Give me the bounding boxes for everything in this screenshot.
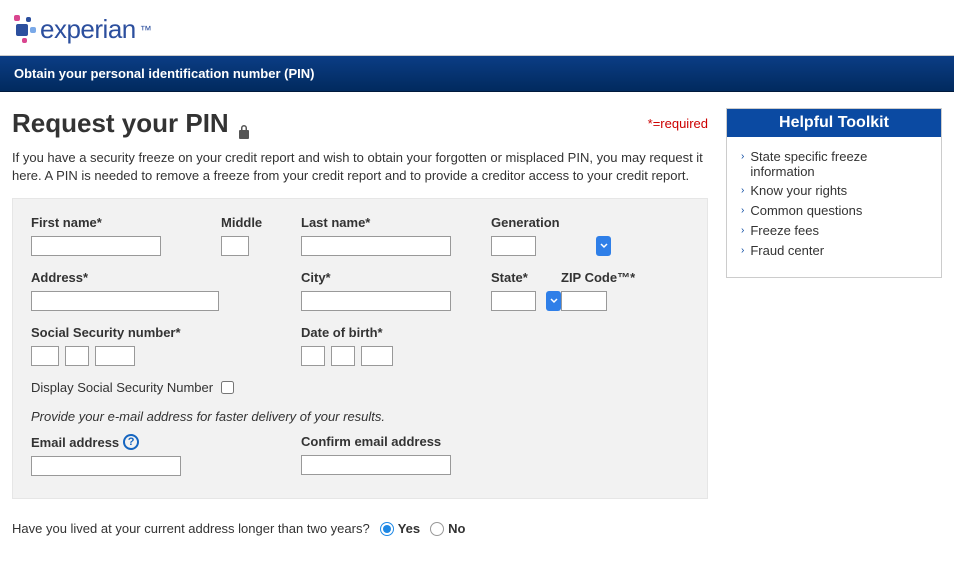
address-label: Address* — [31, 270, 301, 285]
chevron-down-icon — [596, 236, 611, 256]
generation-select[interactable] — [491, 236, 536, 256]
brand-logo-mark — [12, 15, 36, 45]
chevron-right-icon: › — [741, 149, 744, 165]
zip-input[interactable] — [561, 291, 607, 311]
dob-part1-input[interactable] — [301, 346, 325, 366]
email-input[interactable] — [31, 456, 181, 476]
email-hint: Provide your e-mail address for faster d… — [31, 409, 689, 424]
last-name-label: Last name* — [301, 215, 491, 230]
first-name-label: First name* — [31, 215, 221, 230]
sidebar-item[interactable]: ›Know your rights — [741, 181, 931, 201]
dob-label: Date of birth* — [301, 325, 491, 340]
sidebar-title: Helpful Toolkit — [727, 109, 941, 137]
display-ssn-checkbox[interactable] — [221, 381, 234, 394]
ssn-part1-input[interactable] — [31, 346, 59, 366]
city-input[interactable] — [301, 291, 451, 311]
page-title: Request your PIN — [12, 108, 251, 139]
residency-yes-radio[interactable] — [380, 522, 394, 536]
help-icon[interactable]: ? — [123, 434, 139, 450]
form-container: First name* Middle Last name* Generation — [12, 198, 708, 499]
brand-tm: ™ — [140, 23, 152, 37]
city-label: City* — [301, 270, 491, 285]
sidebar-item[interactable]: ›Freeze fees — [741, 221, 931, 241]
state-select[interactable] — [491, 291, 536, 311]
page-title-text: Request your PIN — [12, 108, 229, 139]
confirm-email-label: Confirm email address — [301, 434, 441, 449]
chevron-right-icon: › — [741, 183, 744, 199]
lock-icon — [237, 116, 251, 132]
sidebar-toolkit: Helpful Toolkit ›State specific freeze i… — [726, 108, 942, 278]
residency-no-radio[interactable] — [430, 522, 444, 536]
sidebar-item[interactable]: ›State specific freeze information — [741, 147, 931, 181]
address-input[interactable] — [31, 291, 219, 311]
zip-label: ZIP Code™* — [561, 270, 651, 285]
email-label: Email address — [31, 435, 119, 450]
middle-input[interactable] — [221, 236, 249, 256]
chevron-down-icon — [546, 291, 561, 311]
display-ssn-label: Display Social Security Number — [31, 380, 213, 395]
no-label: No — [448, 521, 465, 536]
logo-bar: experian ™ — [0, 0, 954, 55]
ssn-label: Social Security number* — [31, 325, 301, 340]
header-band: Obtain your personal identification numb… — [0, 56, 954, 92]
brand-logo: experian ™ — [12, 14, 942, 45]
chevron-right-icon: › — [741, 243, 744, 259]
generation-label: Generation — [491, 215, 611, 230]
first-name-input[interactable] — [31, 236, 161, 256]
residency-question: Have you lived at your current address l… — [12, 521, 370, 536]
state-label: State* — [491, 270, 561, 285]
last-name-input[interactable] — [301, 236, 451, 256]
chevron-right-icon: › — [741, 223, 744, 239]
yes-label: Yes — [398, 521, 420, 536]
confirm-email-input[interactable] — [301, 455, 451, 475]
ssn-part2-input[interactable] — [65, 346, 89, 366]
middle-label: Middle — [221, 215, 301, 230]
intro-text: If you have a security freeze on your cr… — [12, 149, 708, 184]
dob-part3-input[interactable] — [361, 346, 393, 366]
dob-part2-input[interactable] — [331, 346, 355, 366]
sidebar-item[interactable]: ›Fraud center — [741, 241, 931, 261]
required-indicator: *=required — [648, 116, 708, 131]
chevron-right-icon: › — [741, 203, 744, 219]
brand-name: experian — [40, 14, 136, 45]
sidebar-item[interactable]: ›Common questions — [741, 201, 931, 221]
ssn-part3-input[interactable] — [95, 346, 135, 366]
